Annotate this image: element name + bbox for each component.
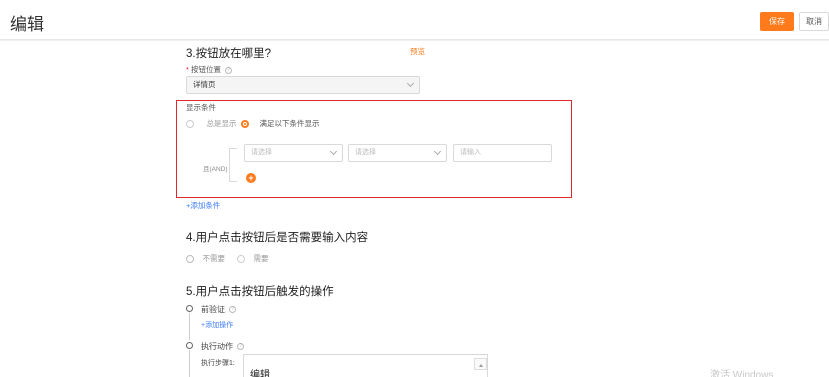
execute-action-label: 执行动作 ? <box>201 341 245 352</box>
top-bar: 编辑 保存 取消 <box>0 0 829 40</box>
button-position-label: * 按钮位置 ? <box>186 64 233 75</box>
step-1-label: 执行步骤1: <box>201 360 235 367</box>
radio-always-show[interactable]: 总是显示 <box>186 115 236 133</box>
help-icon[interactable]: ? <box>229 306 237 314</box>
save-button[interactable]: 保存 <box>760 12 794 31</box>
timeline-line <box>189 313 190 340</box>
add-condition-icon[interactable]: + <box>246 173 256 183</box>
section-3-heading: 3.按钮放在哪里? <box>186 48 271 60</box>
condition-field-select[interactable]: 请选择 <box>244 144 343 162</box>
radio-always-icon <box>186 119 194 128</box>
radio-conditional-icon <box>241 119 249 128</box>
pre-validation-label: 前验证 ? <box>201 304 237 315</box>
button-position-label-text: 按钮位置 <box>191 65 222 74</box>
radio-conditional-label: 满足以下条件显示 <box>259 119 320 129</box>
display-condition-label: 显示条件 <box>186 103 216 112</box>
scroll-up-button[interactable] <box>474 358 487 370</box>
radio-no-label: 不需要 <box>202 254 225 264</box>
button-position-value: 详情页 <box>193 80 216 89</box>
preview-link[interactable]: 预览 <box>410 46 425 57</box>
and-bracket <box>229 148 237 182</box>
timeline-dot <box>186 342 193 349</box>
condition-operator-placeholder: 请选择 <box>355 149 376 156</box>
condition-value-placeholder: 请输入 <box>460 149 481 156</box>
radio-conditional-show[interactable]: 满足以下条件显示 <box>241 115 319 133</box>
and-label: 且(AND) <box>203 166 228 173</box>
radio-yes-icon <box>237 254 245 263</box>
execute-action-text: 执行动作 <box>201 342 233 351</box>
radio-input-yes[interactable]: 需要 <box>237 250 268 268</box>
cancel-button[interactable]: 取消 <box>799 12 829 31</box>
condition-field-placeholder: 请选择 <box>251 149 272 156</box>
radio-yes-label: 需要 <box>253 254 269 264</box>
page-title: 编辑 <box>10 15 44 34</box>
add-condition-link[interactable]: +添加条件 <box>186 200 220 211</box>
windows-watermark: 激活 Windows <box>710 370 774 377</box>
section-5-heading: 5.用户点击按钮后触发的操作 <box>186 286 334 298</box>
condition-operator-select[interactable]: 请选择 <box>348 144 447 162</box>
radio-no-icon <box>186 254 194 263</box>
chevron-down-icon <box>433 147 442 156</box>
chevron-down-icon <box>406 79 415 88</box>
add-operation-link[interactable]: +添加操作 <box>201 320 233 330</box>
chevron-down-icon <box>329 147 338 156</box>
section-4-heading: 4.用户点击按钮后是否需要输入内容 <box>186 232 369 244</box>
radio-input-no[interactable]: 不需要 <box>186 250 225 268</box>
help-icon[interactable]: ? <box>225 66 233 74</box>
help-icon[interactable]: ? <box>237 343 245 351</box>
button-position-select[interactable]: 详情页 <box>186 76 420 94</box>
timeline-line <box>189 350 190 377</box>
radio-always-label: 总是显示 <box>206 119 237 129</box>
timeline-dot <box>186 305 193 312</box>
required-marker: * <box>186 65 189 74</box>
condition-value-input[interactable]: 请输入 <box>453 144 552 162</box>
step-1-value: 编辑 <box>250 370 270 377</box>
form-area: 3.按钮放在哪里? 预览 * 按钮位置 ? 详情页 显示条件 总是显示 满足以下… <box>0 41 829 377</box>
step-1-editor[interactable]: 编辑 <box>243 354 488 377</box>
pre-validation-text: 前验证 <box>201 305 225 314</box>
